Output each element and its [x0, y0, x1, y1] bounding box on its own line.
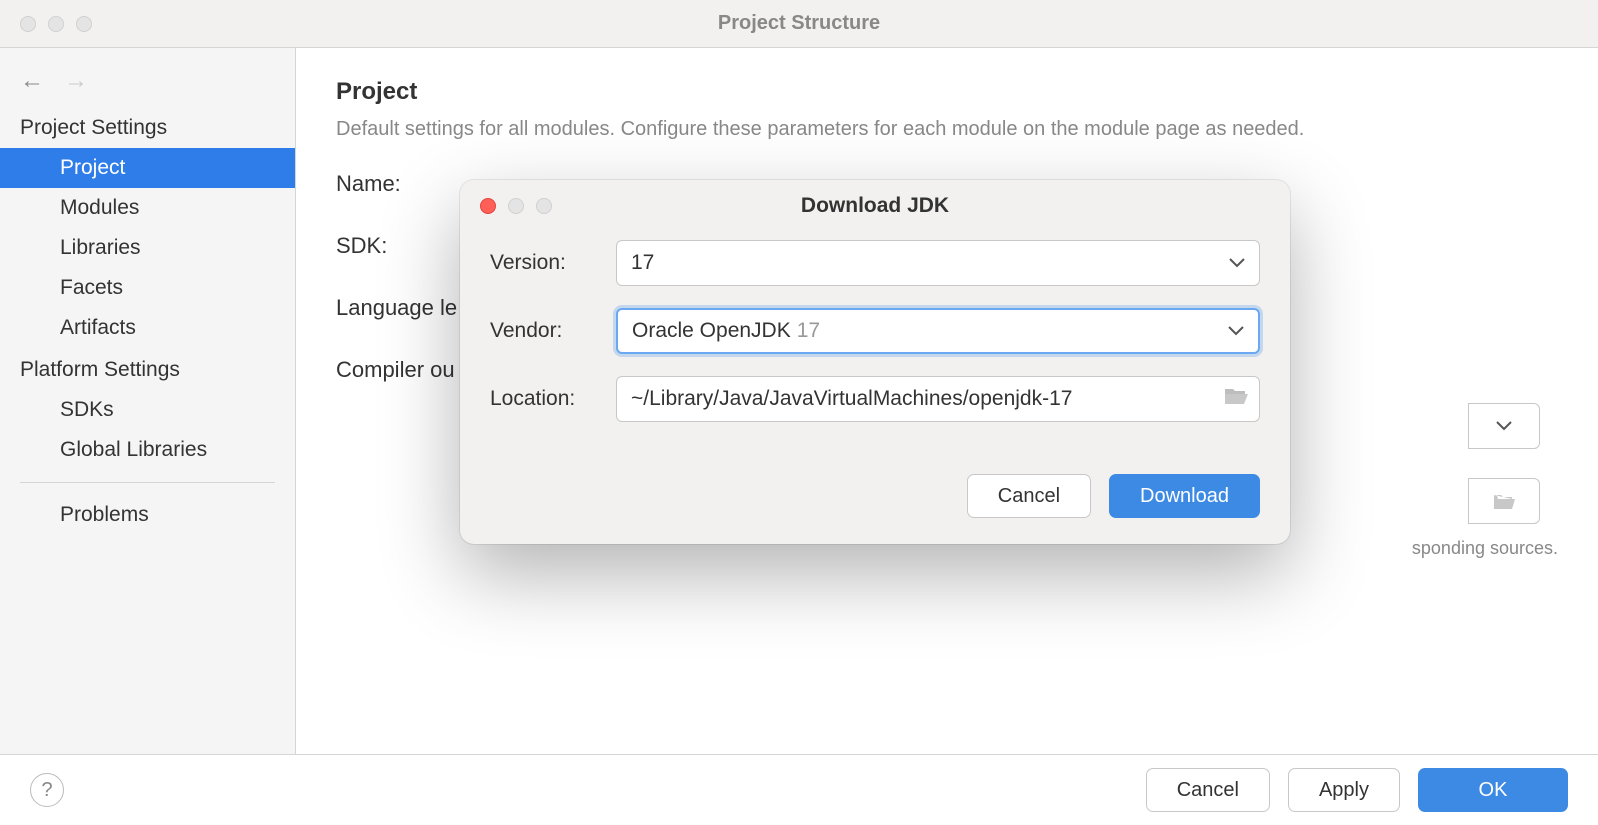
location-value: ~/Library/Java/JavaVirtualMachines/openj… [631, 387, 1072, 411]
sidebar-section-platform-settings: Platform Settings [0, 348, 295, 390]
sidebar-item-global-libraries[interactable]: Global Libraries [0, 430, 295, 470]
modal-row-version: Version: 17 [490, 240, 1260, 286]
version-dropdown[interactable]: 17 [616, 240, 1260, 286]
modal-cancel-button[interactable]: Cancel [967, 474, 1091, 518]
vendor-dropdown[interactable]: Oracle OpenJDK 17 [616, 308, 1260, 354]
modal-body: Version: 17 Vendor: Oracle OpenJDK 17 Lo… [460, 232, 1290, 464]
sidebar-item-problems[interactable]: Problems [0, 495, 295, 535]
version-value: 17 [631, 251, 654, 275]
sidebar-item-libraries[interactable]: Libraries [0, 228, 295, 268]
chevron-down-icon [1496, 421, 1512, 431]
label-language: Language le [336, 295, 476, 321]
modal-minimize-icon[interactable] [508, 198, 524, 214]
window-controls [0, 16, 92, 32]
forward-arrow-icon[interactable]: → [64, 67, 88, 95]
minimize-window-icon[interactable] [48, 16, 64, 32]
label-compiler: Compiler ou [336, 357, 476, 383]
modal-download-button[interactable]: Download [1109, 474, 1260, 518]
folder-open-icon [1492, 491, 1516, 511]
modal-row-vendor: Vendor: Oracle OpenJDK 17 [490, 308, 1260, 354]
vendor-version: 17 [797, 319, 820, 343]
modal-footer: Cancel Download [460, 464, 1290, 544]
sidebar: ← → Project Settings Project Modules Lib… [0, 48, 296, 754]
chevron-down-icon [1228, 326, 1244, 336]
content-subtitle: Default settings for all modules. Config… [336, 118, 1558, 141]
back-arrow-icon[interactable]: ← [20, 67, 44, 95]
compiler-output-browse-button[interactable] [1468, 478, 1540, 524]
ok-button[interactable]: OK [1418, 768, 1568, 812]
sidebar-section-project-settings: Project Settings [0, 106, 295, 148]
dialog-footer: ? Cancel Apply OK [0, 755, 1598, 825]
window-title: Project Structure [718, 12, 880, 35]
language-level-dropdown-button[interactable] [1468, 403, 1540, 449]
sidebar-item-facets[interactable]: Facets [0, 268, 295, 308]
modal-close-icon[interactable] [480, 198, 496, 214]
download-jdk-dialog: Download JDK Version: 17 Vendor: Oracle … [460, 180, 1290, 544]
cancel-button[interactable]: Cancel [1146, 768, 1270, 812]
location-field[interactable]: ~/Library/Java/JavaVirtualMachines/openj… [616, 376, 1260, 422]
help-button[interactable]: ? [30, 773, 64, 807]
sidebar-divider [20, 482, 275, 483]
sidebar-item-artifacts[interactable]: Artifacts [0, 308, 295, 348]
sidebar-item-project[interactable]: Project [0, 148, 295, 188]
modal-row-location: Location: ~/Library/Java/JavaVirtualMach… [490, 376, 1260, 422]
modal-zoom-icon[interactable] [536, 198, 552, 214]
sidebar-item-modules[interactable]: Modules [0, 188, 295, 228]
content-title: Project [336, 78, 1558, 106]
nav-arrows: ← → [0, 56, 295, 106]
label-version: Version: [490, 251, 616, 275]
modal-titlebar: Download JDK [460, 180, 1290, 232]
label-sdk: SDK: [336, 233, 476, 259]
chevron-down-icon [1229, 258, 1245, 268]
modal-window-controls [480, 198, 552, 214]
vendor-name: Oracle OpenJDK [632, 319, 791, 343]
folder-open-icon[interactable] [1223, 385, 1249, 413]
label-name: Name: [336, 171, 476, 197]
modal-title: Download JDK [801, 194, 949, 218]
apply-button[interactable]: Apply [1288, 768, 1400, 812]
label-vendor: Vendor: [490, 319, 616, 343]
close-window-icon[interactable] [20, 16, 36, 32]
zoom-window-icon[interactable] [76, 16, 92, 32]
titlebar: Project Structure [0, 0, 1598, 48]
label-location: Location: [490, 387, 616, 411]
hint-text-fragment: sponding sources. [1412, 538, 1558, 559]
sidebar-item-sdks[interactable]: SDKs [0, 390, 295, 430]
